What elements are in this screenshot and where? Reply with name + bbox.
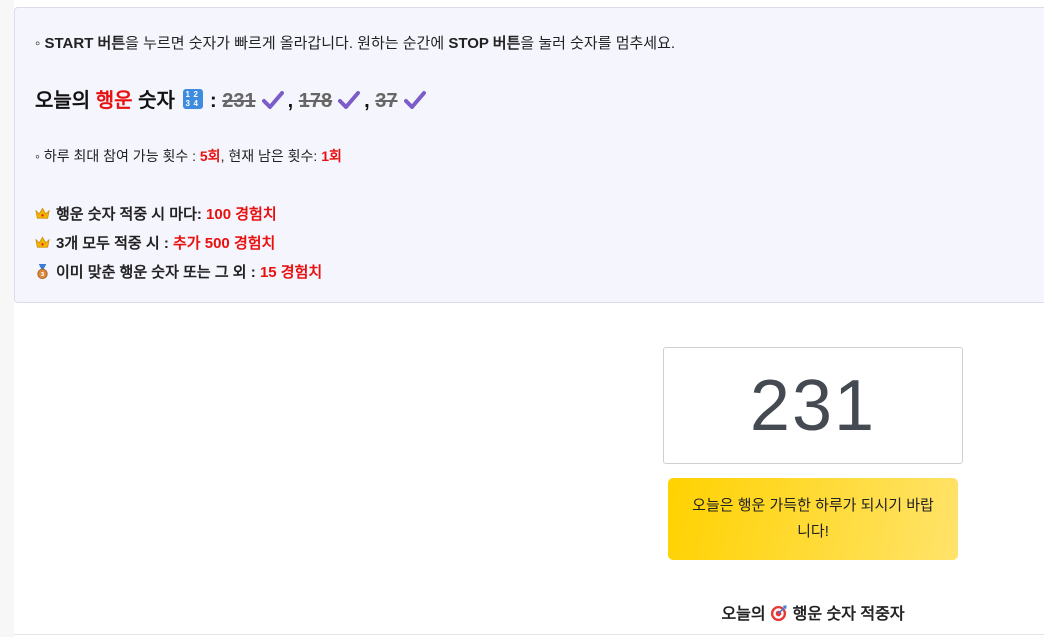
attempts-info: ◦ 하루 최대 참여 가능 횟수 : 5회, 현재 남은 횟수: 1회 <box>35 146 342 166</box>
max-attempts-value: 5회 <box>199 148 221 164</box>
winners-title-prefix: 오늘의 <box>721 606 766 623</box>
lucky-separator: : <box>204 90 217 112</box>
instructions: ◦ START 버튼을 누르면 숫자가 빠르게 올라갑니다. 원하는 순간에 S… <box>35 32 675 53</box>
lucky-title-highlight: 행운 <box>95 90 133 112</box>
numpad-icon: 12 34 <box>182 89 203 109</box>
lucky-number-2: 178 <box>298 90 333 112</box>
max-attempts-label: 하루 최대 참여 가능 횟수 : <box>43 148 200 164</box>
reward-label: 이미 맞춘 행운 숫자 또는 그 외 : <box>56 264 260 281</box>
bullet: ◦ <box>35 148 40 164</box>
reward-item: 행운 숫자 적중 시 마다: 100 경험치 <box>35 203 277 224</box>
remaining-label: , 현재 남은 횟수: <box>220 148 322 164</box>
reward-value: 100 경험치 <box>206 206 277 223</box>
start-button-mention: START 버튼 <box>44 35 126 52</box>
info-panel: ◦ START 버튼을 누르면 숫자가 빠르게 올라갑니다. 원하는 순간에 S… <box>14 7 1044 303</box>
lucky-numbers-heading: 오늘의 행운 숫자 12 34 : 231, 178, 37 <box>35 84 430 113</box>
reward-label: 3개 모두 적중 시 : <box>56 235 173 252</box>
comma: , <box>287 90 294 112</box>
message-text: 오늘은 행운 가득한 하루가 되시기 바랍니다! <box>692 497 934 540</box>
lucky-number-1: 231 <box>222 90 256 112</box>
stop-button-mention: STOP 버튼 <box>448 35 521 52</box>
instructions-text: 을 누르면 숫자가 빠르게 올라갑니다. 원하는 순간에 <box>125 35 449 52</box>
number-display: 231 <box>663 347 963 464</box>
message-box: 오늘은 행운 가득한 하루가 되시기 바랍니다! <box>668 478 958 560</box>
reward-item: 3개 모두 적중 시 : 추가 500 경험치 <box>35 232 275 253</box>
check-icon <box>403 91 426 109</box>
check-icon <box>261 91 284 109</box>
medal-icon: 3 <box>37 264 48 279</box>
crown-icon <box>35 236 50 248</box>
check-icon <box>338 91 361 109</box>
reward-label: 행운 숫자 적중 시 마다: <box>56 206 207 223</box>
lucky-title-suffix: 숫자 <box>132 90 175 112</box>
comma: , <box>364 90 370 112</box>
reward-value: 추가 500 경험치 <box>172 235 276 252</box>
instructions-text-end: 을 눌러 숫자를 멈추세요. <box>520 35 676 52</box>
reward-value: 15 경험치 <box>259 264 323 281</box>
divider <box>14 634 1044 635</box>
winners-heading: 오늘의 행운 숫자 적중자 <box>663 600 963 624</box>
left-margin <box>0 0 14 637</box>
remaining-attempts-value: 1회 <box>321 148 342 164</box>
reward-item: 3 이미 맞춘 행운 숫자 또는 그 외 : 15 경험치 <box>35 261 322 282</box>
lucky-number-3: 37 <box>375 90 398 112</box>
lucky-title-prefix: 오늘의 <box>35 90 96 112</box>
winners-title-suffix: 행운 숫자 적중자 <box>792 606 905 623</box>
crown-icon <box>35 207 50 219</box>
page: ◦ START 버튼을 누르면 숫자가 빠르게 올라갑니다. 원하는 순간에 S… <box>0 0 1044 637</box>
target-icon <box>770 605 787 622</box>
svg-text:3: 3 <box>41 272 45 278</box>
bullet: ◦ <box>35 35 41 52</box>
